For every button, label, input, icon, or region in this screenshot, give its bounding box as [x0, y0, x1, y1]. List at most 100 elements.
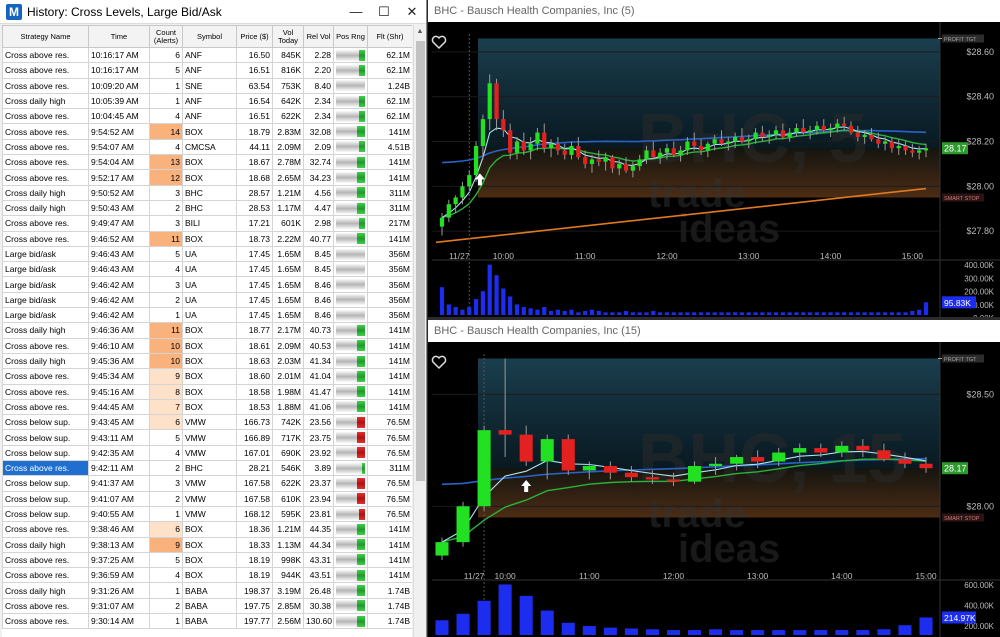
maximize-icon[interactable]: ☐ [370, 4, 398, 20]
table-row[interactable]: Cross above res. 9:46:52 AM 11 BOX 18.73 2.22… [2, 230, 412, 247]
pos-range-fill [356, 370, 365, 382]
table-row[interactable]: Cross above res. 10:16:17 AM 5 ANF 16.51 816K… [2, 62, 412, 79]
cell-count: 10 [149, 337, 183, 354]
table-row[interactable]: Cross below sup. 9:41:37 AM 3 VMW 167.58 622K… [2, 475, 412, 492]
table-row[interactable]: Large bid/ask 9:46:42 AM 3 UA 17.45 1.65M 8.46… [2, 276, 412, 293]
pos-range-bar [333, 154, 368, 171]
table-row[interactable]: Cross above res. 10:04:45 AM 4 ANF 16.51 622K… [2, 108, 412, 125]
cell-flt: 1.74B [367, 612, 412, 630]
table-row[interactable]: Large bid/ask 9:46:43 AM 5 UA 17.45 1.65M 8.45… [2, 245, 412, 263]
column-header[interactable]: Rel Vol [303, 25, 334, 48]
table-row[interactable]: Cross daily high 9:38:13 AM 9 BOX 18.33 1.13M… [2, 536, 412, 553]
cell-symbol: BOX [182, 352, 237, 370]
table-row[interactable]: Cross above res. 10:09:20 AM 1 SNE 63.54 753K… [2, 77, 412, 94]
pos-range-bar [333, 536, 368, 553]
cell-symbol: ANF [182, 46, 237, 64]
cell-relvol: 44.34 [303, 536, 334, 553]
cell-time: 9:52:17 AM [88, 169, 150, 186]
table-row[interactable]: Cross daily high 9:50:52 AM 3 BHC 28.57 1.21M… [2, 184, 412, 201]
table-row[interactable]: Cross above res. 9:42:11 AM 2 BHC 28.21 546K 3… [2, 460, 412, 477]
pos-range-bar [333, 276, 368, 293]
cell-relvol: 40.73 [303, 322, 334, 339]
table-row[interactable]: Cross daily high 10:05:39 AM 1 ANF 16.54 642K… [2, 92, 412, 110]
cell-relvol: 23.92 [303, 444, 334, 462]
candle-body [919, 463, 933, 469]
cell-flt: 141M [367, 398, 412, 416]
table-row[interactable]: Large bid/ask 9:46:42 AM 2 UA 17.45 1.65M 8.46… [2, 291, 412, 309]
table-row[interactable]: Cross above res. 9:54:04 AM 13 BOX 18.67 2.78… [2, 154, 412, 171]
cell-count: 9 [149, 536, 183, 553]
table-row[interactable]: Cross above res. 9:36:59 AM 4 BOX 18.19 944K 4… [2, 567, 412, 584]
table-row[interactable]: Cross above res. 9:49:47 AM 3 BILI 17.21 601K… [2, 215, 412, 232]
cell-count: 3 [149, 184, 183, 201]
column-header[interactable]: Count (Alerts) [149, 25, 183, 48]
table-row[interactable]: Cross above res. 9:31:07 AM 2 BABA 197.75 2.8… [2, 597, 412, 614]
column-header[interactable]: Symbol [182, 25, 237, 48]
cell-time: 9:41:37 AM [88, 475, 150, 492]
candle-body [535, 132, 540, 144]
table-row[interactable]: Cross above res. 9:46:10 AM 10 BOX 18.61 2.09… [2, 337, 412, 354]
cell-flt: 356M [367, 276, 412, 293]
table-scrollbar[interactable]: ▲ [413, 25, 426, 637]
cell-time: 9:54:52 AM [88, 123, 150, 140]
table-row[interactable]: Cross above res. 9:45:16 AM 8 BOX 18.58 1.98M… [2, 383, 412, 400]
cell-relvol: 8.46 [303, 276, 334, 293]
cell-vol: 717K [272, 429, 304, 446]
column-header[interactable]: Vol Today [272, 25, 304, 48]
candle-body [498, 430, 512, 435]
table-row[interactable]: Cross below sup. 9:40:55 AM 1 VMW 168.12 595K… [2, 505, 412, 523]
column-header[interactable]: Pos Rng [333, 25, 368, 48]
scrollbar-thumb[interactable] [416, 41, 425, 481]
table-row[interactable]: Large bid/ask 9:46:42 AM 1 UA 17.45 1.65M 8.46… [2, 307, 412, 324]
history-title-bar[interactable]: M History: Cross Levels, Large Bid/Ask —… [0, 0, 426, 24]
pos-range-bar [333, 368, 368, 385]
scroll-up-icon[interactable]: ▲ [414, 25, 426, 39]
table-row[interactable]: Cross below sup. 9:43:45 AM 6 VMW 166.73 742K… [2, 414, 412, 431]
column-header[interactable]: Flt (Shr) [367, 25, 412, 48]
volume-bar [467, 307, 472, 315]
table-row[interactable]: Cross above res. 9:54:07 AM 4 CMCSA 44.11 2.0… [2, 138, 412, 156]
table-row[interactable]: Cross above res. 9:37:25 AM 5 BOX 18.19 998K 4… [2, 551, 412, 569]
cell-vol: 816K [272, 62, 304, 79]
table-row[interactable]: Cross above res. 10:16:17 AM 6 ANF 16.50 845K… [2, 46, 412, 64]
table-row[interactable]: Cross daily high 9:45:36 AM 10 BOX 18.63 2.03… [2, 352, 412, 370]
cell-time: 9:46:43 AM [88, 261, 150, 278]
table-row[interactable]: Cross below sup. 9:42:35 AM 4 VMW 167.01 690K… [2, 444, 412, 462]
table-row[interactable]: Cross above res. 9:52:17 AM 12 BOX 18.68 2.65… [2, 169, 412, 186]
volume-bar [733, 312, 738, 315]
column-header[interactable]: Price ($) [236, 25, 273, 48]
table-row[interactable]: Cross above res. 9:45:34 AM 9 BOX 18.60 2.01M… [2, 368, 412, 385]
cell-count: 1 [149, 77, 183, 94]
cell-time: 9:30:14 AM [88, 612, 150, 630]
table-row[interactable]: Cross below sup. 9:43:11 AM 5 VMW 166.89 717K… [2, 429, 412, 446]
table-row[interactable]: Cross daily high 9:50:43 AM 2 BHC 28.53 1.17M… [2, 199, 412, 217]
minimize-icon[interactable]: — [342, 4, 370, 19]
table-row[interactable]: Cross daily high 9:46:36 AM 11 BOX 18.77 2.17… [2, 322, 412, 339]
table-row[interactable]: Cross above res. 9:54:52 AM 14 BOX 18.79 2.83… [2, 123, 412, 140]
table-row[interactable]: Cross above res. 9:30:14 AM 1 BABA 197.77 2.5… [2, 612, 412, 630]
cell-vol: 1.65M [272, 276, 304, 293]
cell-price: 16.51 [236, 108, 273, 125]
chart-5min[interactable]: BHC, 5tradeideas$28.60$28.40$28.20$28.00… [428, 22, 1000, 317]
candle-body [687, 465, 702, 482]
table-row[interactable]: Cross daily high 9:31:26 AM 1 BABA 198.37 3.1… [2, 582, 412, 599]
close-icon[interactable]: ✕ [398, 4, 426, 20]
candle-body [671, 148, 676, 155]
cell-count: 1 [149, 307, 183, 324]
cell-strategy: Cross above res. [2, 215, 89, 232]
cell-relvol: 32.08 [303, 123, 334, 140]
cell-symbol: BOX [182, 154, 237, 171]
cell-strategy: Cross daily high [2, 352, 89, 370]
column-header[interactable]: Time [88, 25, 150, 48]
cell-time: 9:45:36 AM [88, 352, 150, 370]
column-header[interactable]: Strategy Name [2, 25, 89, 48]
chart-15min[interactable]: BHC, 15tradeideas$28.50$28.00PROFIT TGTS… [428, 342, 1000, 637]
table-row[interactable]: Cross below sup. 9:41:07 AM 2 VMW 167.58 610K… [2, 490, 412, 507]
table-row[interactable]: Large bid/ask 9:46:43 AM 4 UA 17.45 1.65M 8.45… [2, 261, 412, 278]
volume-bar [876, 312, 881, 315]
candle-body [487, 83, 492, 120]
cell-symbol: BOX [182, 567, 237, 584]
table-row[interactable]: Cross above res. 9:38:46 AM 6 BOX 18.36 1.21M… [2, 521, 412, 538]
volume-bar [671, 312, 676, 315]
table-row[interactable]: Cross above res. 9:44:45 AM 7 BOX 18.53 1.88M… [2, 398, 412, 416]
